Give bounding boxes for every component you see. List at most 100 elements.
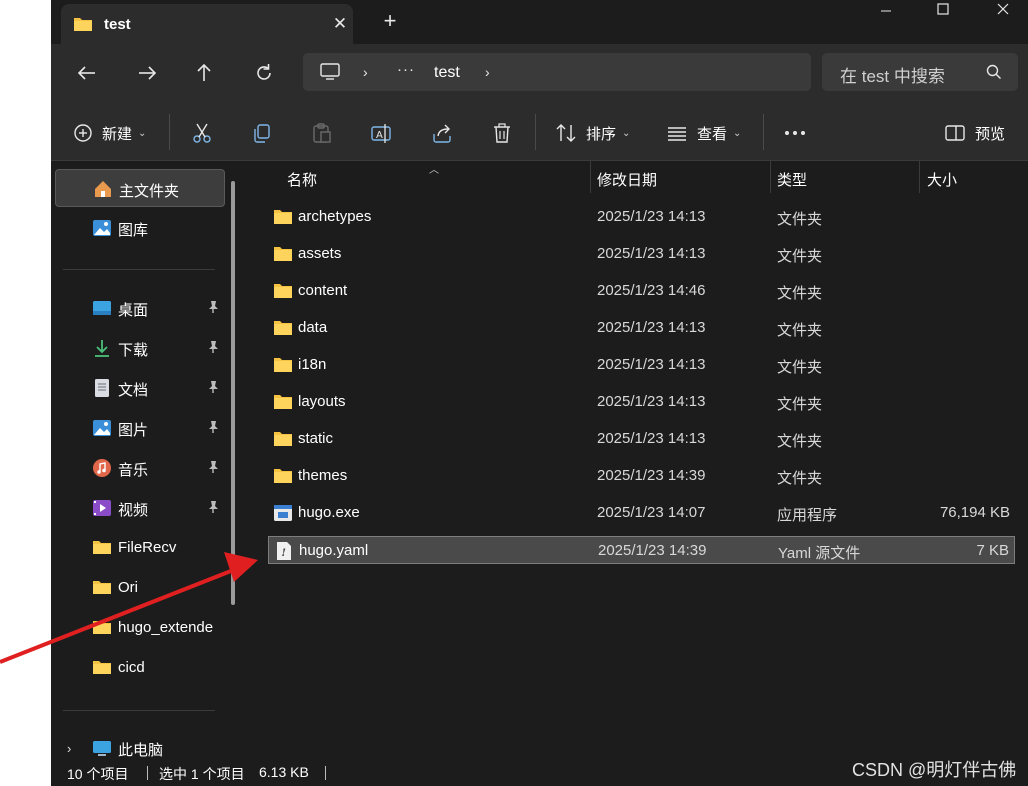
file-row-selected[interactable]: ! hugo.yaml 2025/1/23 14:39 Yaml 源文件 7 K… [268,536,1015,564]
sort-button[interactable]: 排序 ⌄ [555,121,630,145]
address-more-button[interactable]: ··· [397,61,415,78]
copy-button[interactable] [251,121,273,145]
sidebar-item-label: 图库 [118,222,149,239]
sidebar-item-home[interactable]: 主文件夹 [55,169,225,207]
cut-button[interactable] [191,121,213,145]
sidebar-item-label: Ori [118,579,138,596]
sidebar-item-music[interactable]: 音乐 [55,449,225,487]
sidebar-item-pictures[interactable]: 图片 [55,409,225,447]
folder-icon [92,578,112,598]
file-row[interactable]: themes 2025/1/23 14:39 文件夹 [268,462,1015,490]
file-date: 2025/1/23 14:13 [597,430,706,447]
pin-icon[interactable] [206,460,220,478]
search-input[interactable]: 在 test 中搜索 [822,53,1018,91]
exe-icon [273,504,293,522]
sidebar-item-label: FileRecv [118,539,177,556]
back-arrow-icon[interactable] [73,61,101,85]
folder-icon [273,208,293,226]
file-name: layouts [298,393,346,410]
sidebar-item-filerecv[interactable]: FileRecv [55,529,225,567]
file-type: 文件夹 [777,359,823,376]
new-tab-icon[interactable]: + [378,9,402,33]
file-type: Yaml 源文件 [778,545,861,562]
chevron-right-icon[interactable]: › [363,64,368,80]
more-options-button[interactable] [783,121,807,145]
column-header-size[interactable]: 大小 [927,169,957,190]
sidebar-item-label: 音乐 [118,462,149,479]
column-divider[interactable] [770,161,771,193]
sidebar-item-downloads[interactable]: 下载 [55,329,225,367]
share-button[interactable] [431,121,453,145]
pin-icon[interactable] [206,300,220,318]
video-icon [92,498,112,518]
sidebar-item-ori[interactable]: Ori [55,569,225,607]
column-header-name[interactable]: 名称 [287,169,317,190]
home-icon [93,179,113,199]
forward-arrow-icon[interactable] [133,61,161,85]
breadcrumb-test[interactable]: test [434,64,460,82]
pin-icon[interactable] [206,380,220,398]
file-type: 文件夹 [777,285,823,302]
file-explorer-window: test ✕ + › ··· test › 在 test 中搜索 新建 ⌄ A … [51,0,1028,786]
sidebar-item-documents[interactable]: 文档 [55,369,225,407]
sidebar-item-label: 此电脑 [118,742,164,759]
file-date: 2025/1/23 14:13 [597,356,706,373]
file-type: 文件夹 [777,433,823,450]
sidebar-item-desktop[interactable]: 桌面 [55,289,225,327]
delete-button[interactable] [491,121,513,145]
status-divider [147,766,148,780]
file-row[interactable]: static 2025/1/23 14:13 文件夹 [268,425,1015,453]
column-header-type[interactable]: 类型 [777,169,807,190]
chevron-right-icon[interactable]: › [485,64,490,80]
sidebar-item-cicd[interactable]: cicd [55,649,225,687]
sidebar-item-gallery[interactable]: 图库 [55,209,225,247]
folder-icon [273,467,293,485]
file-name: themes [298,467,348,484]
file-row[interactable]: archetypes 2025/1/23 14:13 文件夹 [268,203,1015,231]
new-button[interactable]: 新建 ⌄ [73,121,146,145]
address-bar[interactable]: › ··· test › [303,53,811,91]
tab-test[interactable]: test ✕ [61,4,353,44]
scissors-icon [193,123,211,143]
sidebar-item-hugo-extended[interactable]: hugo_extende [55,609,225,647]
minimize-button[interactable] [862,0,910,24]
file-row[interactable]: hugo.exe 2025/1/23 14:07 应用程序 76,194 KB [268,499,1015,527]
file-row[interactable]: i18n 2025/1/23 14:13 文件夹 [268,351,1015,379]
sidebar-scrollbar[interactable] [231,181,235,605]
column-header-date[interactable]: 修改日期 [597,169,657,190]
folder-icon [273,430,293,448]
sidebar-item-videos[interactable]: 视频 [55,489,225,527]
close-tab-icon[interactable]: ✕ [329,13,351,35]
file-row[interactable]: content 2025/1/23 14:46 文件夹 [268,277,1015,305]
preview-button[interactable]: 预览 [944,121,1005,145]
file-date: 2025/1/23 14:46 [597,282,706,299]
view-button[interactable]: 查看 ⌄ [666,121,741,145]
sort-icon [556,124,576,142]
pin-icon[interactable] [206,500,220,518]
maximize-button[interactable] [919,0,967,24]
up-arrow-icon[interactable] [190,61,218,85]
paste-button[interactable] [311,121,333,145]
file-name: content [298,282,348,299]
pin-icon[interactable] [206,340,220,358]
column-divider[interactable] [590,161,591,193]
file-row[interactable]: data 2025/1/23 14:13 文件夹 [268,314,1015,342]
file-date: 2025/1/23 14:39 [597,467,706,484]
search-placeholder: 在 test 中搜索 [840,67,945,86]
toolbar-divider [535,114,536,150]
close-window-button[interactable] [979,0,1027,24]
sidebar-item-label: hugo_extende [118,619,214,636]
file-name: i18n [298,356,327,373]
column-divider[interactable] [919,161,920,193]
rename-button[interactable]: A [370,121,392,145]
sidebar-divider [63,269,215,270]
folder-icon [73,16,93,36]
command-bar: 新建 ⌄ A 排序 ⌄ 查看 ⌄ 预览 [51,102,1028,161]
pin-icon[interactable] [206,420,220,438]
refresh-icon[interactable] [250,61,278,85]
file-row[interactable]: layouts 2025/1/23 14:13 文件夹 [268,388,1015,416]
view-list-icon [668,127,686,141]
sidebar-item-label: 下载 [118,342,149,359]
file-row[interactable]: assets 2025/1/23 14:13 文件夹 [268,240,1015,268]
music-icon [92,458,112,478]
